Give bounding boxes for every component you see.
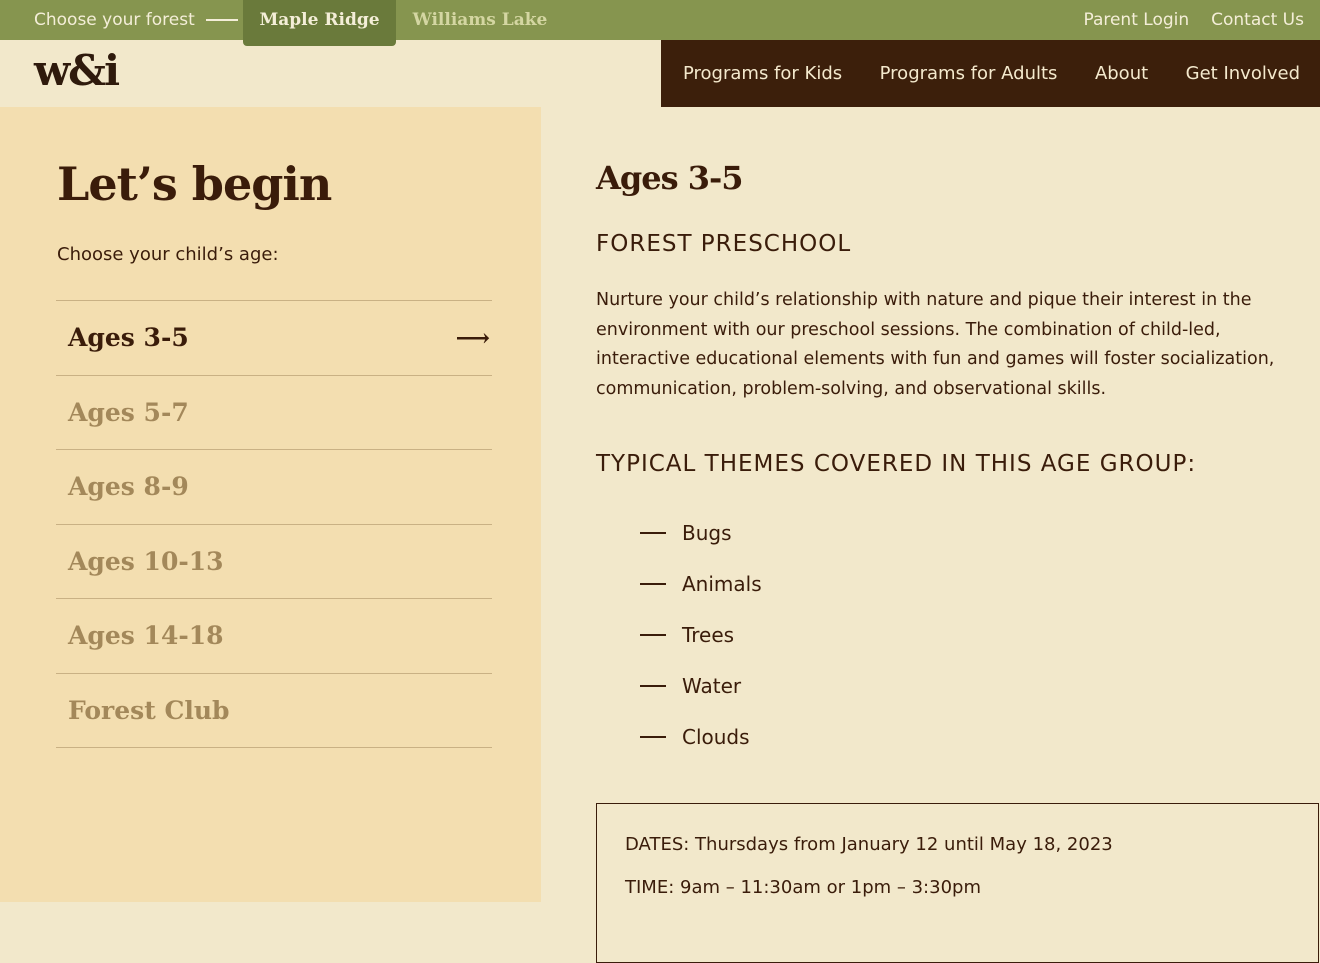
age-item-label: Ages 10-13 — [68, 546, 224, 576]
nav-get-involved[interactable]: Get Involved — [1186, 63, 1300, 84]
age-item-10-13[interactable]: Ages 10-13 — [56, 525, 492, 599]
contact-us-link[interactable]: Contact Us — [1211, 10, 1304, 30]
program-description: Nurture your child’s relationship with n… — [596, 290, 1275, 399]
age-item-5-7[interactable]: Ages 5-7 — [56, 376, 492, 450]
theme-item: Trees — [640, 609, 762, 660]
program-dates: DATES: Thursdays from January 12 until M… — [625, 834, 1113, 855]
age-item-label: Forest Club — [68, 695, 230, 725]
program-name: FOREST PRESCHOOL — [596, 231, 852, 257]
theme-label: Water — [682, 673, 742, 698]
choose-forest-text: Choose your forest — [34, 10, 195, 30]
age-sidebar: Let’s begin Choose your child’s age: Age… — [0, 107, 541, 902]
nav-programs-for-kids[interactable]: Programs for Kids — [683, 63, 842, 84]
main-nav: Programs for Kids Programs for Adults Ab… — [661, 40, 1320, 107]
nav-about[interactable]: About — [1095, 63, 1148, 84]
program-age-title: Ages 3-5 — [596, 159, 744, 197]
sidebar-title: Let’s begin — [57, 157, 332, 211]
theme-item: Bugs — [640, 507, 762, 558]
dash-icon — [640, 582, 666, 585]
age-item-label: Ages 8-9 — [68, 472, 189, 502]
age-item-3-5[interactable]: Ages 3-5 ⟶ — [56, 301, 492, 376]
site-logo[interactable]: w&i — [34, 50, 120, 92]
age-item-label: Ages 5-7 — [68, 397, 189, 427]
forest-tab-williams-lake[interactable]: Williams Lake — [409, 0, 551, 40]
dash-icon — [640, 684, 666, 687]
age-item-14-18[interactable]: Ages 14-18 — [56, 599, 492, 674]
dash-decoration — [205, 19, 238, 21]
theme-item: Animals — [640, 558, 762, 609]
themes-list: Bugs Animals Trees Water Clouds — [640, 507, 762, 762]
theme-label: Animals — [682, 571, 762, 596]
dash-icon — [640, 531, 666, 534]
utility-links: Parent Login Contact Us — [1083, 10, 1304, 30]
program-time: TIME: 9am – 11:30am or 1pm – 3:30pm — [625, 877, 981, 898]
forest-bar: Choose your forest Maple Ridge Williams … — [0, 0, 1320, 46]
theme-label: Clouds — [682, 724, 750, 749]
choose-forest-label: Choose your forest — [34, 10, 238, 30]
dash-icon — [640, 735, 666, 738]
age-item-label: Ages 3-5 — [68, 323, 189, 353]
theme-item: Clouds — [640, 711, 762, 762]
age-prompt: Choose your child’s age: — [57, 244, 279, 265]
age-item-label: Ages 14-18 — [68, 621, 224, 651]
program-info-box: DATES: Thursdays from January 12 until M… — [596, 803, 1319, 963]
arrow-right-icon: ⟶ — [455, 323, 490, 353]
dash-icon — [640, 633, 666, 636]
forest-tab-maple-ridge[interactable]: Maple Ridge — [243, 0, 396, 46]
age-list: Ages 3-5 ⟶ Ages 5-7 Ages 8-9 Ages 10-13 … — [56, 300, 492, 748]
theme-item: Water — [640, 660, 762, 711]
nav-programs-for-adults[interactable]: Programs for Adults — [880, 63, 1058, 84]
parent-login-link[interactable]: Parent Login — [1083, 10, 1189, 30]
age-item-forest-club[interactable]: Forest Club — [56, 674, 492, 748]
theme-label: Bugs — [682, 520, 732, 545]
themes-heading: TYPICAL THEMES COVERED IN THIS AGE GROUP… — [596, 451, 1197, 477]
age-item-8-9[interactable]: Ages 8-9 — [56, 450, 492, 525]
theme-label: Trees — [682, 622, 735, 647]
